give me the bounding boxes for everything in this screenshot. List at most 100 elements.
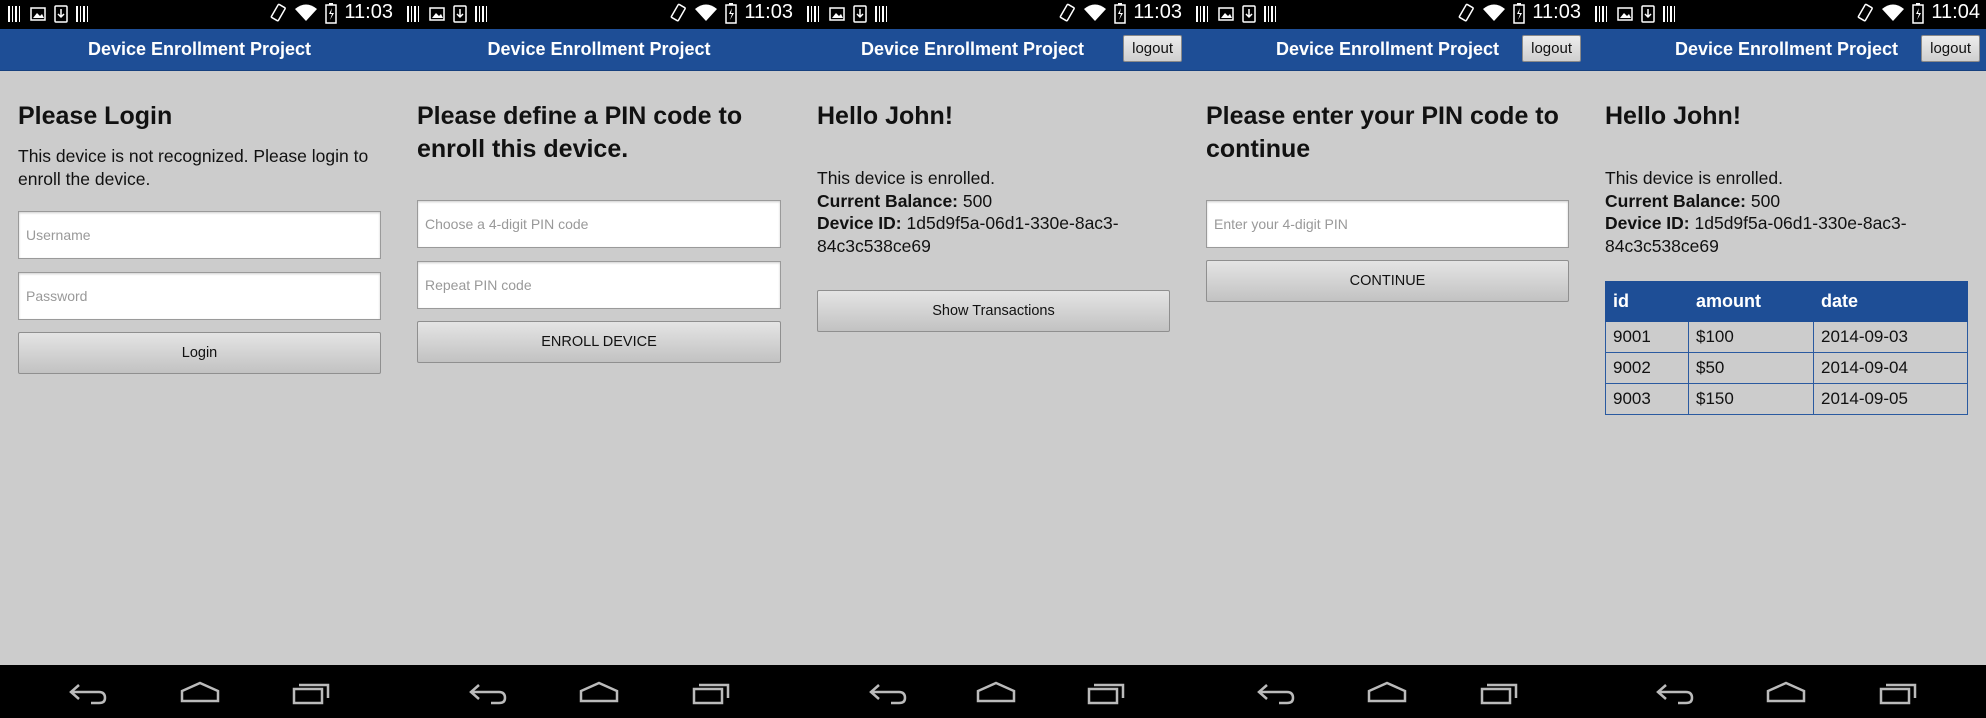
- status-bar: 11:03: [799, 0, 1188, 29]
- recent-apps-icon[interactable]: [1877, 679, 1921, 705]
- download-icon: [453, 5, 467, 23]
- device-id-label: Device ID:: [1605, 213, 1690, 233]
- balance-label: Current Balance:: [817, 190, 959, 211]
- screen-transactions: 11:04 Device Enrollment Project logout H…: [1587, 0, 1986, 718]
- device-id-line: Device ID: 1d5d9f5a-06d1-330e-8ac3-84c3c…: [1605, 212, 1968, 257]
- download-icon: [1242, 5, 1256, 23]
- show-transactions-button[interactable]: Show Transactions: [817, 290, 1170, 332]
- image-icon: [429, 7, 445, 21]
- pin-input[interactable]: Choose a 4-digit PIN code: [417, 200, 781, 248]
- login-button[interactable]: Login: [18, 332, 381, 374]
- status-bar: 11:03: [1188, 0, 1587, 29]
- column-header-amount: amount: [1688, 281, 1814, 322]
- back-icon[interactable]: [65, 679, 109, 705]
- cell-date: 2014-09-03: [1813, 321, 1968, 353]
- download-icon: [853, 5, 867, 23]
- navigation-bar: [799, 665, 1188, 718]
- table-row: 9003 $150 2014-09-05: [1605, 383, 1968, 415]
- wifi-icon: [295, 4, 318, 21]
- image-icon: [1617, 7, 1633, 21]
- barcode-icon: [875, 6, 887, 22]
- enrolled-text: This device is enrolled.: [1605, 168, 1783, 188]
- battery-charging-icon: [1912, 2, 1925, 24]
- column-header-id: id: [1605, 281, 1689, 322]
- barcode-icon: [807, 6, 819, 22]
- barcode-icon: [76, 6, 88, 22]
- battery-charging-icon: [725, 2, 738, 24]
- barcode-icon: [8, 6, 20, 22]
- pin-input[interactable]: Enter your 4-digit PIN: [1206, 200, 1569, 248]
- app-title: Device Enrollment Project: [87, 39, 312, 59]
- username-input[interactable]: Username: [18, 211, 381, 259]
- home-icon[interactable]: [1365, 679, 1409, 705]
- action-bar: Device Enrollment Project: [0, 29, 399, 71]
- screen-define-pin: 11:03 Device Enrollment Project Please d…: [399, 0, 799, 718]
- login-message: This device is not recognized. Please lo…: [18, 146, 369, 189]
- continue-button[interactable]: CONTINUE: [1206, 260, 1569, 302]
- password-input[interactable]: Password: [18, 272, 381, 320]
- logout-button[interactable]: logout: [1123, 35, 1182, 62]
- balance-value: 500: [1750, 190, 1781, 211]
- wifi-icon: [1882, 4, 1905, 21]
- cell-amount: $100: [1688, 321, 1814, 353]
- enroll-device-button[interactable]: ENROLL DEVICE: [417, 321, 781, 363]
- device-id-label: Device ID:: [817, 213, 902, 233]
- vibrate-icon: [271, 3, 287, 21]
- navigation-bar: [399, 665, 799, 718]
- repeat-pin-input[interactable]: Repeat PIN code: [417, 261, 781, 309]
- transactions-table: id amount date 9001 $100 2014-09-03 9002…: [1605, 281, 1968, 415]
- barcode-icon: [1264, 6, 1276, 22]
- battery-charging-icon: [325, 2, 338, 24]
- status-time: 11:03: [1133, 1, 1182, 23]
- back-icon[interactable]: [1652, 679, 1696, 705]
- barcode-icon: [1196, 6, 1208, 22]
- balance-label: Current Balance:: [1605, 190, 1747, 211]
- image-icon: [1218, 7, 1234, 21]
- download-icon: [54, 5, 68, 23]
- barcode-icon: [1663, 6, 1675, 22]
- navigation-bar: [1188, 665, 1587, 718]
- home-icon[interactable]: [1764, 679, 1808, 705]
- home-icon[interactable]: [178, 679, 222, 705]
- recent-apps-icon[interactable]: [1085, 679, 1129, 705]
- device-id-line: Device ID: 1d5d9f5a-06d1-330e-8ac3-84c3c…: [817, 212, 1170, 257]
- action-bar: Device Enrollment Project logout: [1587, 29, 1986, 71]
- image-icon: [829, 7, 845, 21]
- page-heading: Hello John!: [817, 102, 954, 130]
- status-bar: 11:03: [399, 0, 799, 29]
- cell-date: 2014-09-04: [1813, 352, 1968, 384]
- cell-id: 9002: [1605, 352, 1689, 384]
- back-icon[interactable]: [465, 679, 509, 705]
- back-icon[interactable]: [1253, 679, 1297, 705]
- barcode-icon: [407, 6, 419, 22]
- table-row: 9002 $50 2014-09-04: [1605, 352, 1968, 384]
- recent-apps-icon[interactable]: [1478, 679, 1522, 705]
- image-icon: [30, 7, 46, 21]
- vibrate-icon: [1459, 3, 1475, 21]
- cell-amount: $150: [1688, 383, 1814, 415]
- action-bar: Device Enrollment Project logout: [1188, 29, 1587, 71]
- back-icon[interactable]: [865, 679, 909, 705]
- wifi-icon: [1084, 4, 1107, 21]
- balance-value: 500: [962, 190, 993, 211]
- table-row: 9001 $100 2014-09-03: [1605, 321, 1968, 353]
- logout-button[interactable]: logout: [1522, 35, 1581, 62]
- barcode-icon: [1595, 6, 1607, 22]
- page-heading: Please Login: [18, 102, 173, 130]
- cell-id: 9001: [1605, 321, 1689, 353]
- home-icon[interactable]: [974, 679, 1018, 705]
- vibrate-icon: [1858, 3, 1874, 21]
- battery-charging-icon: [1114, 2, 1127, 24]
- vibrate-icon: [671, 3, 687, 21]
- status-time: 11:03: [344, 1, 393, 23]
- cell-id: 9003: [1605, 383, 1689, 415]
- recent-apps-icon[interactable]: [290, 679, 334, 705]
- vibrate-icon: [1060, 3, 1076, 21]
- page-heading: Please enter your PIN code to continue: [1206, 102, 1559, 163]
- logout-button[interactable]: logout: [1921, 35, 1980, 62]
- status-time: 11:03: [1532, 1, 1581, 23]
- barcode-icon: [475, 6, 487, 22]
- recent-apps-icon[interactable]: [690, 679, 734, 705]
- home-icon[interactable]: [577, 679, 621, 705]
- screen-enrolled: 11:03 Device Enrollment Project logout H…: [799, 0, 1188, 718]
